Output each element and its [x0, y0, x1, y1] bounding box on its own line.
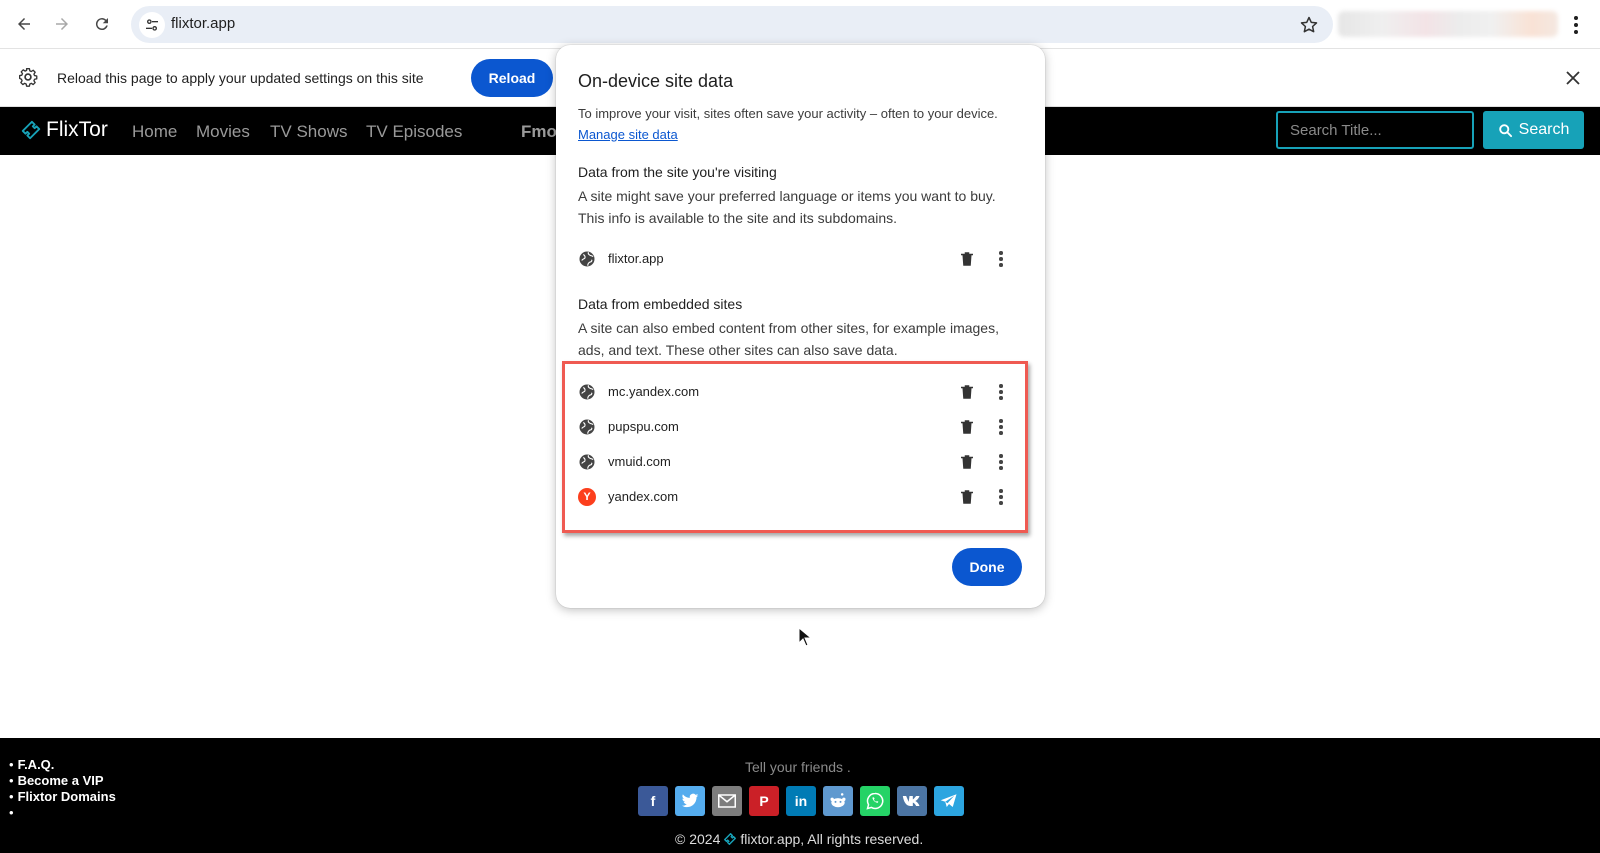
globe-icon [579, 384, 595, 400]
dialog-title: On-device site data [578, 71, 734, 91]
copyright-rights: flixtor.app, All rights reserved. [740, 831, 924, 847]
address-bar[interactable]: flixtor.app [131, 6, 1333, 43]
email-icon[interactable] [712, 786, 742, 816]
ticket-logo-icon [724, 833, 737, 845]
refresh-icon [95, 18, 108, 31]
browser-menu-icon[interactable] [1566, 13, 1586, 37]
arrow-right-icon [56, 18, 68, 30]
more-options-icon[interactable] [992, 418, 1010, 436]
trash-icon[interactable] [958, 488, 976, 506]
blurred-extensions-area [1338, 11, 1558, 37]
nav-home[interactable]: Home [132, 122, 177, 142]
more-options-icon[interactable] [992, 383, 1010, 401]
site-row-embedded: mc.yandex.com [578, 379, 1023, 405]
search-button-label: Search [1518, 121, 1570, 138]
done-button[interactable]: Done [952, 548, 1022, 586]
copyright-year: © 2024 [675, 831, 721, 847]
search-input[interactable] [1276, 111, 1474, 149]
on-device-site-data-dialog: On-device site data To improve your visi… [556, 45, 1045, 608]
gear-icon [19, 68, 38, 87]
arrow-left-icon [18, 18, 30, 30]
search-icon [1498, 123, 1512, 137]
footer-links: F.A.Q. Become a VIP Flixtor Domains [9, 757, 116, 821]
site-name: pupspu.com [608, 419, 679, 434]
pinterest-icon[interactable]: P [749, 786, 779, 816]
yandex-favicon-icon: Y [578, 488, 596, 506]
facebook-icon[interactable]: f [638, 786, 668, 816]
site-settings-icon[interactable] [139, 12, 165, 38]
back-button[interactable] [8, 8, 40, 40]
dialog-description-text: To improve your visit, sites often save … [578, 106, 998, 121]
footer-link-empty[interactable] [9, 805, 116, 821]
site-name: yandex.com [608, 489, 679, 504]
manage-site-data-link[interactable]: Manage site data [578, 127, 678, 142]
infobar-message: Reload this page to apply your updated s… [57, 70, 424, 86]
nav-tv-shows[interactable]: TV Shows [270, 122, 347, 142]
more-options-icon[interactable] [992, 488, 1010, 506]
twitter-icon[interactable] [675, 786, 705, 816]
nav-partial-item[interactable]: Fmo [521, 122, 557, 142]
site-name: vmuid.com [608, 454, 671, 469]
bookmark-star-icon[interactable] [1297, 13, 1321, 37]
reload-page-button[interactable] [86, 8, 118, 40]
browser-toolbar: flixtor.app [0, 0, 1600, 49]
trash-icon[interactable] [958, 418, 976, 436]
globe-icon [579, 251, 595, 267]
more-options-icon[interactable] [992, 453, 1010, 471]
site-row-embedded: pupspu.com [578, 414, 1023, 440]
mouse-cursor-icon [798, 627, 812, 647]
ticket-logo-icon [21, 120, 41, 140]
vk-icon[interactable] [897, 786, 927, 816]
logo-text: FlixTor [46, 118, 108, 141]
footer-link-faq[interactable]: F.A.Q. [9, 757, 116, 773]
section-visiting-heading: Data from the site you're visiting [578, 164, 777, 180]
section-visiting-text: A site might save your preferred languag… [578, 188, 996, 226]
more-options-icon[interactable] [992, 250, 1010, 268]
tell-friends-text: Tell your friends . [745, 759, 851, 775]
site-row-embedded: Y yandex.com [578, 484, 1023, 510]
section-embedded-text: A site can also embed content from other… [578, 320, 999, 358]
close-icon[interactable] [1562, 67, 1584, 89]
globe-icon [579, 454, 595, 470]
site-footer: F.A.Q. Become a VIP Flixtor Domains Tell… [0, 738, 1600, 853]
site-row-visiting: flixtor.app [578, 246, 1023, 272]
trash-icon[interactable] [958, 453, 976, 471]
copyright-text: © 2024 flixtor.app, All rights reserved. [675, 831, 923, 847]
site-logo[interactable]: FlixTor [20, 118, 108, 142]
site-name: flixtor.app [608, 251, 664, 266]
linkedin-icon[interactable]: in [786, 786, 816, 816]
section-embedded-heading: Data from embedded sites [578, 296, 743, 312]
share-buttons: f P in [638, 786, 964, 816]
footer-link-domains[interactable]: Flixtor Domains [9, 789, 116, 805]
globe-icon [579, 419, 595, 435]
telegram-icon[interactable] [934, 786, 964, 816]
site-row-embedded: vmuid.com [578, 449, 1023, 475]
nav-movies[interactable]: Movies [196, 122, 250, 142]
footer-link-vip[interactable]: Become a VIP [9, 773, 116, 789]
dialog-description: To improve your visit, sites often save … [578, 103, 1018, 145]
whatsapp-icon[interactable] [860, 786, 890, 816]
nav-tv-episodes[interactable]: TV Episodes [366, 122, 462, 142]
site-name: mc.yandex.com [608, 384, 700, 399]
url-text: flixtor.app [171, 15, 236, 32]
reload-button[interactable]: Reload [471, 59, 553, 97]
forward-button[interactable] [46, 8, 78, 40]
search-button[interactable]: Search [1483, 111, 1584, 149]
trash-icon[interactable] [958, 250, 976, 268]
reddit-icon[interactable] [823, 786, 853, 816]
trash-icon[interactable] [958, 383, 976, 401]
